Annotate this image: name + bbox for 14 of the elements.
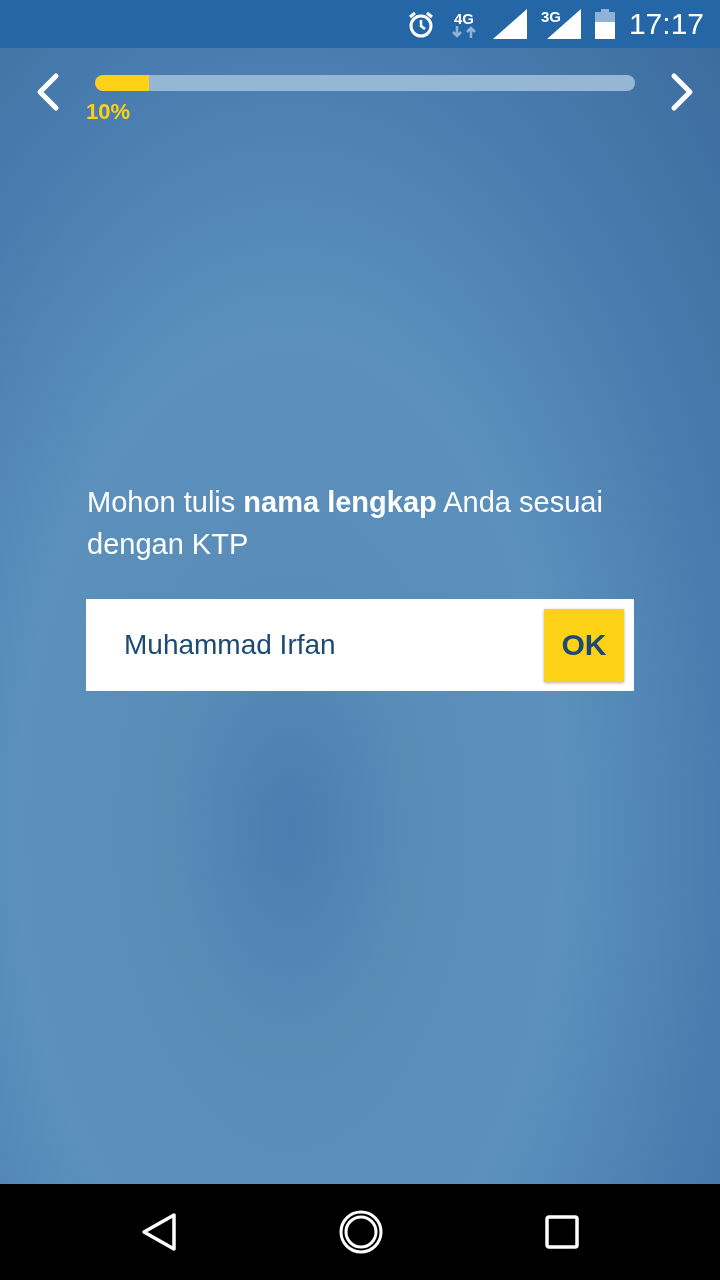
home-circle-icon[interactable] — [339, 1210, 383, 1254]
alarm-icon — [406, 10, 435, 38]
back-triangle-icon[interactable] — [141, 1212, 177, 1252]
overview-square-icon[interactable] — [545, 1215, 579, 1249]
battery-icon — [594, 9, 615, 39]
name-input-field[interactable]: Muhammad Irfan OK — [86, 599, 634, 691]
signal-icon — [492, 9, 527, 39]
ok-button[interactable]: OK — [544, 608, 624, 682]
progress-percent: 10% — [86, 99, 131, 125]
instruction-text: Mohon tulis nama lengkap Anda sesuai dengan KTP — [87, 485, 604, 562]
clock-time: 17:17 — [628, 7, 704, 41]
network-label: 4G — [453, 10, 474, 26]
network-label: 3G — [540, 9, 561, 24]
data-arrows-icon — [449, 25, 478, 38]
